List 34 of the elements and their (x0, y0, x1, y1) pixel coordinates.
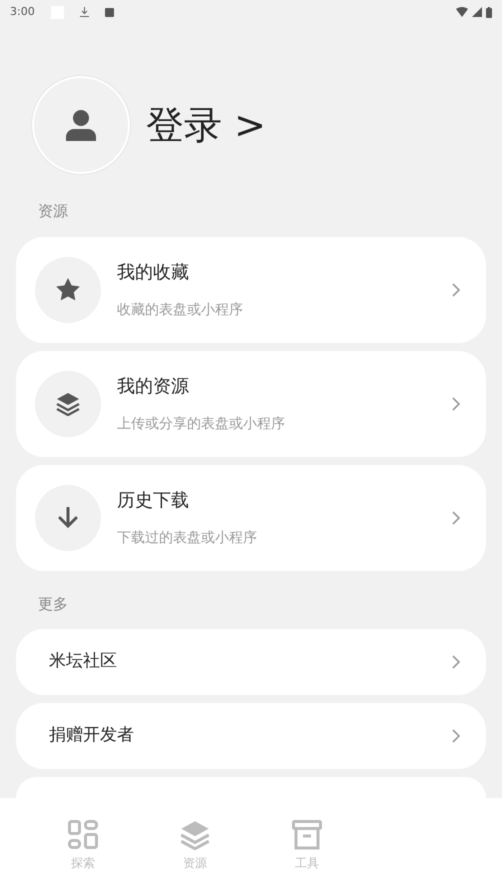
person-icon (66, 109, 96, 141)
item-subtitle: 收藏的表盘或小程序 (117, 300, 244, 320)
menu-card[interactable]: 米坛社区 (16, 629, 486, 695)
star-icon (56, 278, 80, 301)
signal-icon (472, 7, 482, 17)
menu-card[interactable]: 我的收藏 收藏的表盘或小程序 (16, 236, 486, 342)
chevron-right-icon (452, 510, 460, 524)
item-title: 我的资源 (117, 374, 190, 398)
wifi-icon (456, 7, 468, 17)
item-title: 捐赠开发者 (49, 724, 135, 748)
grid-icon (68, 820, 98, 850)
layers-icon (180, 820, 210, 850)
item-subtitle: 上传或分享的表盘或小程序 (117, 414, 286, 434)
menu-card[interactable]: 我的资源 上传或分享的表盘或小程序 (16, 350, 486, 456)
menu-card[interactable]: 捐赠开发者 (16, 703, 486, 769)
chevron-right-icon (452, 655, 460, 669)
item-title: 米坛社区 (49, 650, 118, 674)
login-link[interactable]: 登录 > (146, 96, 266, 154)
keyboard-icon (104, 8, 114, 16)
item-title: 我的收藏 (117, 260, 190, 284)
section-heading: 资源 (37, 201, 69, 222)
archive-icon (292, 820, 322, 850)
item-subtitle: 下载过的表盘或小程序 (117, 528, 258, 548)
layers-icon (56, 392, 80, 416)
chevron-right-icon (452, 282, 460, 296)
battery-icon (486, 6, 492, 18)
download-icon (58, 506, 78, 528)
item-title: 历史下载 (117, 488, 190, 512)
chevron-right-icon (452, 729, 460, 743)
download-icon (80, 7, 89, 17)
menu-card[interactable]: 历史下载 下载过的表盘或小程序 (16, 464, 486, 570)
chevron-right-icon (452, 396, 460, 410)
status-time: 3:00 (10, 4, 35, 20)
section-heading: 更多 (37, 594, 69, 614)
